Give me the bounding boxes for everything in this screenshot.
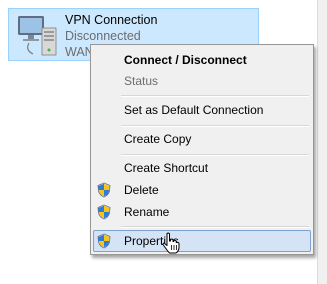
menu-item-label: Create Shortcut <box>124 161 209 175</box>
menu-separator <box>121 95 309 97</box>
connection-name: VPN Connection <box>65 13 158 27</box>
menu-separator <box>121 154 309 156</box>
uac-shield-icon <box>97 233 111 249</box>
menu-item-label: Connect / Disconnect <box>124 53 247 67</box>
menu-item-create-copy[interactable]: Create Copy <box>93 128 311 150</box>
network-connection-icon <box>18 16 57 56</box>
menu-item-delete[interactable]: Delete <box>93 179 311 201</box>
uac-shield-icon <box>97 182 111 198</box>
menu-item-status: Status <box>93 70 311 92</box>
uac-shield-icon <box>97 204 111 220</box>
context-menu: Connect / Disconnect Status Set as Defau… <box>90 44 314 255</box>
menu-separator <box>121 226 309 228</box>
menu-item-create-shortcut[interactable]: Create Shortcut <box>93 157 311 179</box>
menu-item-connect-disconnect[interactable]: Connect / Disconnect <box>93 49 311 71</box>
menu-item-label: Set as Default Connection <box>124 103 264 117</box>
connection-status: Disconnected <box>65 29 141 43</box>
menu-item-label: Rename <box>124 205 170 219</box>
menu-item-properties[interactable]: Properties <box>93 230 311 252</box>
window-right-edge <box>317 0 327 284</box>
menu-item-label: Delete <box>124 183 159 197</box>
menu-item-set-default[interactable]: Set as Default Connection <box>93 99 311 121</box>
menu-item-label: Create Copy <box>124 132 192 146</box>
menu-item-rename[interactable]: Rename <box>93 201 311 223</box>
menu-item-label: Status <box>124 74 159 88</box>
menu-separator <box>121 125 309 127</box>
hand-pointer-cursor-icon <box>162 232 180 254</box>
